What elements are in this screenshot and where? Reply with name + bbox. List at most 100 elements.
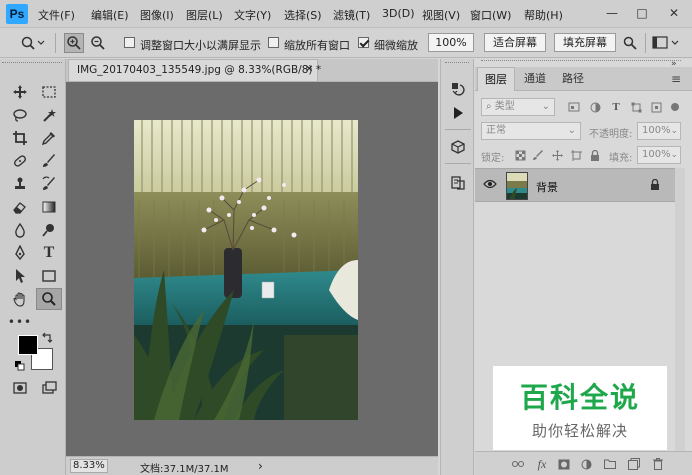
lock-pixels-icon[interactable]: [531, 148, 545, 162]
close-window-button[interactable]: ✕: [664, 4, 684, 22]
default-colors-icon[interactable]: [14, 360, 26, 372]
menu-view[interactable]: 视图(V): [422, 7, 460, 23]
gradient-tool-icon[interactable]: [36, 196, 62, 218]
tab-layers[interactable]: 图层: [477, 67, 515, 91]
zoom-out-icon[interactable]: [88, 33, 108, 53]
type-tool-icon[interactable]: T: [36, 242, 62, 264]
filter-shape-icon[interactable]: [629, 100, 643, 114]
layer-thumbnail[interactable]: [506, 172, 528, 200]
scrubby-zoom-checkbox[interactable]: [358, 37, 369, 48]
fit-screen-button[interactable]: 适合屏幕: [484, 33, 546, 52]
healing-brush-tool-icon[interactable]: [7, 150, 33, 172]
layer-effects-icon[interactable]: fx: [535, 457, 549, 471]
eye-visibility-icon[interactable]: [483, 179, 497, 192]
clone-stamp-tool-icon[interactable]: [7, 173, 33, 195]
layers-scrollbar[interactable]: [675, 168, 685, 451]
filter-type-icon[interactable]: T: [609, 100, 623, 114]
magic-wand-tool-icon[interactable]: [36, 104, 62, 126]
dodge-tool-icon[interactable]: [36, 219, 62, 241]
zoom-level-field[interactable]: 8.33%: [70, 459, 108, 473]
tab-channels[interactable]: 通道: [517, 67, 553, 91]
menu-select[interactable]: 选择(S): [284, 7, 322, 23]
search-icon[interactable]: [620, 33, 640, 53]
screen-mode-icon[interactable]: [36, 377, 62, 399]
crop-tool-icon[interactable]: [7, 127, 33, 149]
eraser-tool-icon[interactable]: [7, 196, 33, 218]
3d-panel-icon[interactable]: [448, 137, 468, 157]
lasso-tool-icon[interactable]: [7, 104, 33, 126]
panel-grip[interactable]: [445, 62, 469, 66]
lock-transparent-icon[interactable]: [513, 148, 527, 162]
menu-edit[interactable]: 编辑(E): [91, 7, 129, 23]
document-tab[interactable]: IMG_20170403_135549.jpg @ 8.33%(RGB/8) *…: [68, 59, 322, 81]
link-layers-icon[interactable]: [511, 457, 525, 471]
menu-layer[interactable]: 图层(L): [186, 7, 223, 23]
fill-field[interactable]: 100% ⌄: [637, 146, 681, 164]
menu-file[interactable]: 文件(F): [38, 7, 75, 23]
eyedropper-tool-icon[interactable]: [36, 127, 62, 149]
workspace-switcher-icon[interactable]: [650, 34, 684, 52]
chevron-down-icon: ⌄: [567, 125, 576, 136]
blend-mode-select[interactable]: 正常 ⌄: [481, 122, 581, 140]
fill-screen-button[interactable]: 填充屏幕: [554, 33, 616, 52]
zoom-tool-icon[interactable]: [36, 288, 62, 310]
swap-colors-icon[interactable]: [40, 331, 54, 345]
rectangle-tool-icon[interactable]: [36, 265, 62, 287]
lock-artboard-icon[interactable]: [569, 148, 583, 162]
hand-tool-icon[interactable]: [7, 288, 33, 310]
quick-mask-icon[interactable]: [7, 377, 33, 399]
delete-layer-icon[interactable]: [651, 457, 665, 471]
lock-position-icon[interactable]: [550, 148, 564, 162]
layer-name[interactable]: 背景: [536, 179, 558, 195]
zoom-100-button[interactable]: 100%: [428, 33, 474, 52]
menu-window[interactable]: 窗口(W): [470, 7, 511, 23]
document-tab-title: IMG_20170403_135549.jpg @ 8.33%(RGB/8) *: [77, 64, 322, 76]
opacity-field[interactable]: 100% ⌄: [637, 122, 681, 140]
panel-grip[interactable]: [481, 60, 681, 65]
zoom-in-icon[interactable]: [64, 33, 84, 53]
tab-paths[interactable]: 路径: [555, 67, 591, 91]
menu-help[interactable]: 帮助(H): [524, 7, 563, 23]
layer-filter-select[interactable]: ⌕ 类型 ⌄: [481, 98, 555, 116]
more-tools-icon[interactable]: •••: [7, 311, 33, 333]
watermark-logo: 百科全说 助你轻松解决: [493, 366, 667, 450]
brush-tool-icon[interactable]: [36, 150, 62, 172]
path-selection-tool-icon[interactable]: [7, 265, 33, 287]
status-menu-arrow-icon[interactable]: ›: [258, 459, 263, 473]
pen-tool-icon[interactable]: [7, 242, 33, 264]
foreground-color-swatch[interactable]: [18, 335, 38, 355]
menu-image[interactable]: 图像(I): [140, 7, 174, 23]
new-layer-icon[interactable]: [627, 457, 641, 471]
filter-pixel-icon[interactable]: [567, 100, 581, 114]
filter-smart-object-icon[interactable]: [649, 100, 663, 114]
document-image[interactable]: [134, 120, 358, 420]
lock-all-icon[interactable]: [588, 148, 602, 162]
filter-toggle-icon[interactable]: [671, 103, 679, 111]
panel-menu-icon[interactable]: ≡: [671, 72, 681, 86]
marquee-tool-icon[interactable]: [36, 81, 62, 103]
zoom-all-windows-checkbox[interactable]: [268, 37, 279, 48]
actions-play-icon[interactable]: [448, 103, 468, 123]
menu-type[interactable]: 文字(Y): [234, 7, 271, 23]
watermark-title: 百科全说: [519, 381, 640, 414]
panel-grip[interactable]: [2, 62, 62, 66]
history-brush-tool-icon[interactable]: [36, 173, 62, 195]
minimize-button[interactable]: —: [602, 4, 622, 22]
history-panel-icon[interactable]: [448, 79, 468, 99]
close-document-icon[interactable]: ✕: [305, 64, 313, 75]
fill-value: 100%: [642, 149, 671, 160]
menu-filter[interactable]: 滤镜(T): [333, 7, 370, 23]
add-mask-icon[interactable]: [557, 457, 571, 471]
layers-panel-footer: fx: [475, 451, 692, 475]
menu-3d[interactable]: 3D(D): [382, 7, 415, 20]
resize-windows-checkbox[interactable]: [124, 37, 135, 48]
layer-row-background[interactable]: 背景: [475, 168, 675, 202]
maximize-button[interactable]: □: [632, 4, 652, 22]
move-tool-icon[interactable]: [7, 81, 33, 103]
properties-panel-icon[interactable]: [448, 173, 468, 193]
filter-adjustment-icon[interactable]: [588, 100, 602, 114]
blur-tool-icon[interactable]: [7, 219, 33, 241]
new-group-icon[interactable]: [603, 457, 617, 471]
zoom-tool-preset-icon[interactable]: [18, 34, 48, 52]
new-adjustment-layer-icon[interactable]: [579, 457, 593, 471]
